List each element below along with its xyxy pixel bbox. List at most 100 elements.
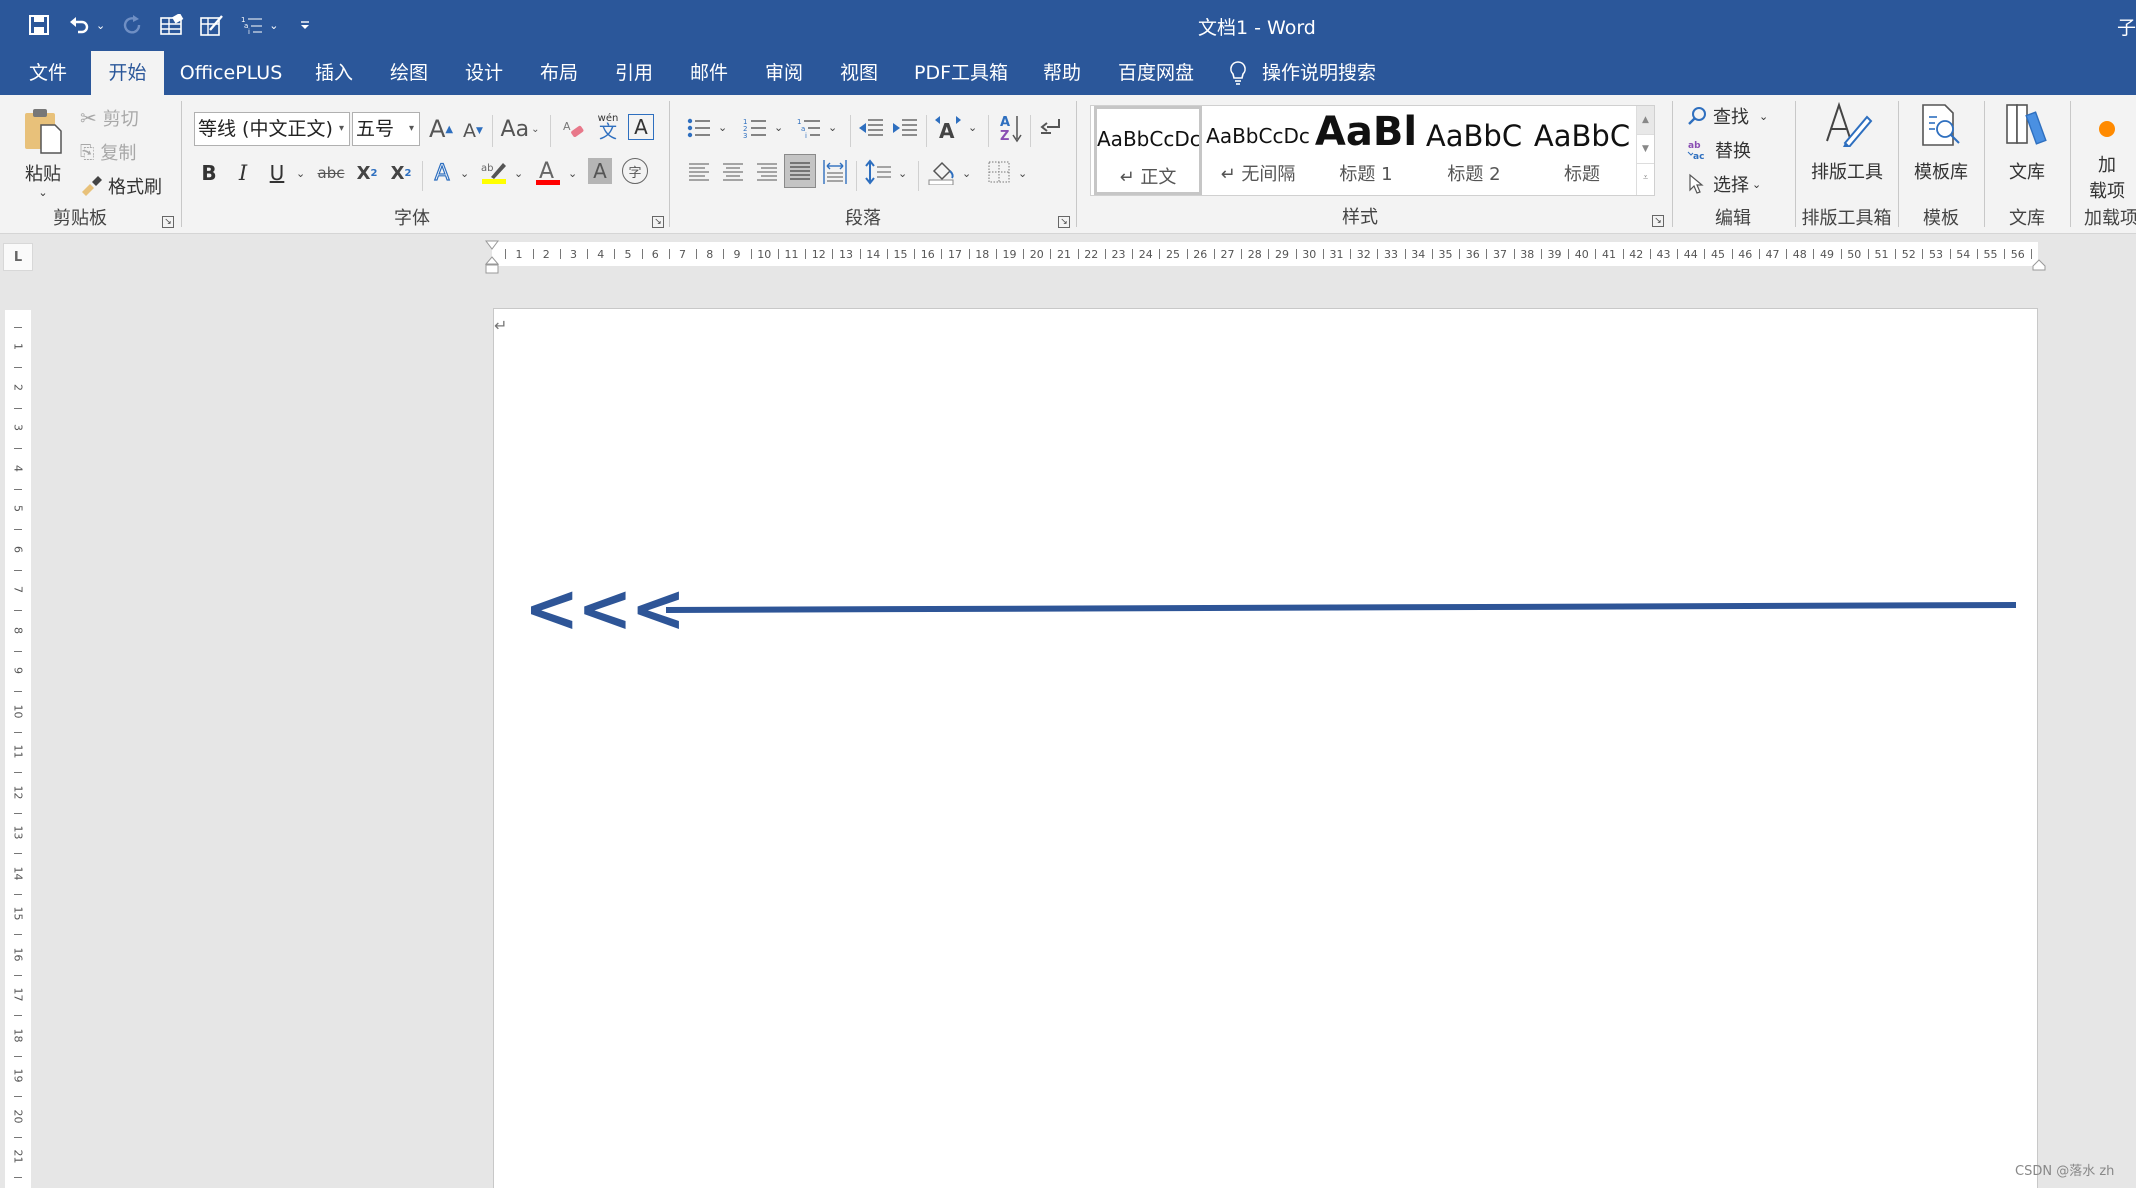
bullets-icon[interactable] xyxy=(684,113,714,143)
multilevel-dropdown-icon[interactable]: ⌄ xyxy=(828,121,837,134)
tab-insert[interactable]: 插入 xyxy=(300,51,368,95)
shading-dropdown-icon[interactable]: ⌄ xyxy=(962,167,971,180)
customize-qat-icon[interactable] xyxy=(292,12,318,38)
select-button[interactable]: 选择 ⌄ xyxy=(1687,171,1761,197)
highlight-color-icon[interactable]: ab xyxy=(480,155,508,189)
tab-layout[interactable]: 布局 xyxy=(525,51,593,95)
text-effects-dropdown-icon[interactable]: ⌄ xyxy=(460,167,469,180)
account-name-fragment[interactable]: 子 xyxy=(2117,13,2136,40)
format-painter-button[interactable]: 格式刷 xyxy=(80,173,162,199)
template-library-button[interactable]: 模板库 xyxy=(1901,101,1981,184)
align-right-icon[interactable] xyxy=(752,155,782,189)
change-case-button[interactable]: Aa ⌄ xyxy=(498,113,542,145)
font-size-combo[interactable]: 五号 ▾ xyxy=(352,112,420,146)
multilevel-list-icon[interactable]: 1ai xyxy=(794,113,824,143)
arrow-line-shape[interactable] xyxy=(660,595,2022,615)
character-border-icon[interactable]: A xyxy=(628,114,654,140)
gallery-scroll-down-icon[interactable]: ▼ xyxy=(1637,135,1654,164)
tab-draw[interactable]: 绘图 xyxy=(375,51,443,95)
character-spacing-dropdown-icon[interactable]: ⌄ xyxy=(968,121,977,134)
style-title[interactable]: AaBbC 标题 xyxy=(1528,106,1636,195)
styles-launcher-icon[interactable]: ↘ xyxy=(1652,215,1664,227)
highlight-dropdown-icon[interactable]: ⌄ xyxy=(514,167,523,180)
library-button[interactable]: 文库 xyxy=(1987,101,2067,184)
gallery-scroll-up-icon[interactable]: ▲ xyxy=(1637,106,1654,135)
align-left-icon[interactable] xyxy=(684,155,714,189)
chevron-down-icon[interactable]: ▾ xyxy=(339,113,344,145)
line-spacing-icon[interactable] xyxy=(862,155,894,189)
bullets-dropdown-icon[interactable]: ⌄ xyxy=(718,121,727,134)
tab-mailings[interactable]: 邮件 xyxy=(675,51,743,95)
style-heading-1[interactable]: AaBl 标题 1 xyxy=(1312,106,1420,195)
borders-dropdown-icon[interactable]: ⌄ xyxy=(1018,167,1027,180)
tab-pdf-tools[interactable]: PDF工具箱 xyxy=(906,51,1016,95)
hanging-indent-marker[interactable] xyxy=(484,256,500,274)
bold-button[interactable]: B xyxy=(196,157,222,189)
tab-file[interactable]: 文件 xyxy=(18,51,78,95)
tab-design[interactable]: 设计 xyxy=(450,51,518,95)
find-button[interactable]: 查找 ⌄ xyxy=(1687,103,1768,129)
vertical-ruler[interactable]: 1 2 3 4 5 6 7 8 9 10 11 12 13 14 15 16 17 18 19 20 21 xyxy=(5,310,31,1188)
chevron-down-icon[interactable]: ▾ xyxy=(409,113,414,145)
strikethrough-button[interactable]: abc xyxy=(316,157,346,189)
font-name-combo[interactable]: 等线 (中文正文) ▾ xyxy=(194,112,350,146)
gallery-more-icon[interactable]: ⩡ xyxy=(1637,164,1654,193)
tell-me-search[interactable]: 操作说明搜索 xyxy=(1228,51,1408,95)
select-dropdown-icon[interactable]: ⌄ xyxy=(1752,178,1761,191)
find-dropdown-icon[interactable]: ⌄ xyxy=(1759,110,1768,123)
superscript-button[interactable]: X2 xyxy=(386,157,416,189)
paste-button[interactable]: 粘贴 ⌄ xyxy=(18,107,68,199)
borders-icon[interactable] xyxy=(984,157,1014,187)
paragraph-launcher-icon[interactable]: ↘ xyxy=(1058,216,1070,228)
subscript-button[interactable]: X2 xyxy=(352,157,382,189)
numbering-dropdown-icon[interactable]: ⌄ xyxy=(774,121,783,134)
font-color-dropdown-icon[interactable]: ⌄ xyxy=(568,167,577,180)
tab-review[interactable]: 审阅 xyxy=(750,51,818,95)
character-shading-icon[interactable]: A xyxy=(588,158,612,184)
tab-baidu-netdisk[interactable]: 百度网盘 xyxy=(1110,51,1202,95)
addins-button[interactable]: 加 载项 xyxy=(2077,101,2136,203)
paste-dropdown-icon[interactable]: ⌄ xyxy=(18,186,68,199)
tab-view[interactable]: 视图 xyxy=(825,51,893,95)
shrink-font-icon[interactable]: A ▼ xyxy=(460,117,486,145)
distributed-icon[interactable] xyxy=(820,155,850,189)
clipboard-launcher-icon[interactable]: ↘ xyxy=(162,216,174,228)
style-normal[interactable]: AaBbCcDc ↵ 正文 xyxy=(1094,106,1202,195)
sort-icon[interactable]: AZ xyxy=(996,111,1026,145)
draw-table-icon[interactable] xyxy=(199,12,225,38)
undo-dropdown-icon[interactable]: ⌄ xyxy=(96,19,105,32)
shading-icon[interactable] xyxy=(926,155,958,189)
style-heading-2[interactable]: AaBbC 标题 2 xyxy=(1420,106,1528,195)
align-center-icon[interactable] xyxy=(718,155,748,189)
line-spacing-dropdown-icon[interactable]: ⌄ xyxy=(898,167,907,180)
tab-help[interactable]: 帮助 xyxy=(1028,51,1096,95)
clear-formatting-icon[interactable]: A xyxy=(560,115,588,145)
justify-icon[interactable] xyxy=(784,154,816,188)
multilevel-list-icon[interactable]: 1ai xyxy=(239,12,265,38)
show-hide-marks-icon[interactable] xyxy=(1036,113,1066,143)
first-line-indent-marker[interactable] xyxy=(485,237,499,250)
font-color-icon[interactable]: A xyxy=(534,155,562,189)
replace-button[interactable]: ab ac 替换 xyxy=(1687,137,1751,163)
grow-font-icon[interactable]: A ▲ xyxy=(426,113,456,145)
increase-indent-icon[interactable] xyxy=(890,113,920,143)
enclose-characters-icon[interactable]: 字 xyxy=(622,158,648,184)
numbering-icon[interactable]: 123 xyxy=(740,113,770,143)
multilevel-dropdown-icon[interactable]: ⌄ xyxy=(269,19,278,32)
tab-officeplus[interactable]: OfficePLUS xyxy=(176,51,286,95)
document-page[interactable] xyxy=(493,308,2038,1188)
tab-references[interactable]: 引用 xyxy=(600,51,668,95)
layout-tools-button[interactable]: 排版工具 xyxy=(1802,101,1892,184)
text-effects-icon[interactable]: A xyxy=(428,157,456,189)
tab-home[interactable]: 开始 xyxy=(91,51,164,95)
tab-selector[interactable]: L xyxy=(3,243,33,271)
font-launcher-icon[interactable]: ↘ xyxy=(652,216,664,228)
right-indent-marker[interactable] xyxy=(2032,256,2046,271)
undo-icon[interactable] xyxy=(66,12,92,38)
decrease-indent-icon[interactable] xyxy=(856,113,886,143)
horizontal-ruler[interactable]: 1 2 3 4 5 6 7 8 9 10 11 12 13 14 15 16 17 18 19 20 21 22 23 24 2… xyxy=(492,242,2038,266)
table-eraser-icon[interactable] xyxy=(159,12,185,38)
phonetic-guide-icon[interactable]: wén 文 xyxy=(594,111,622,145)
italic-button[interactable]: I xyxy=(230,157,256,189)
save-icon[interactable] xyxy=(26,12,52,38)
